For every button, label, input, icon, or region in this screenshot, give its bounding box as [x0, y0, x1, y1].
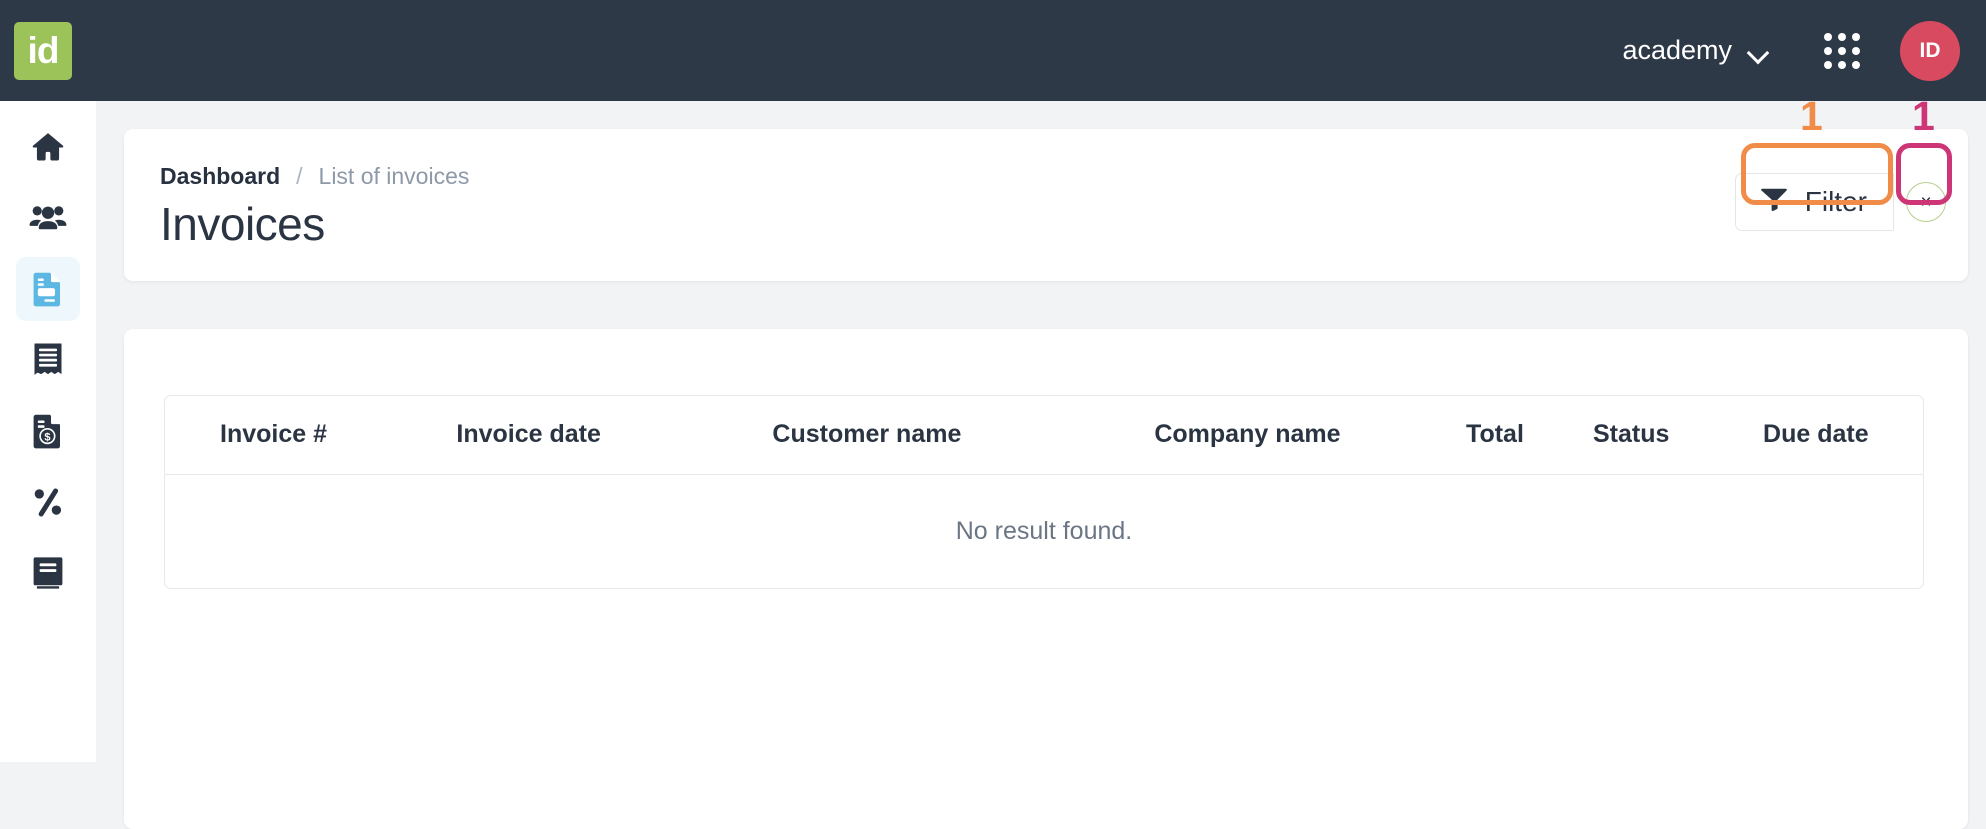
invoices-table: Invoice # Invoice date Customer name Com… [165, 396, 1923, 588]
invoice-document-icon [30, 271, 66, 307]
bill-dollar-icon: $ [30, 413, 66, 449]
table-empty-row: No result found. [165, 474, 1923, 588]
close-x-icon: × [1920, 193, 1931, 212]
sidebar-item-invoices[interactable] [16, 257, 80, 321]
breadcrumb-separator: / [296, 163, 302, 190]
apps-dot [1824, 61, 1832, 69]
filter-button[interactable]: Filter [1735, 173, 1894, 231]
clear-filter-button[interactable]: × [1906, 182, 1946, 222]
table-body: No result found. [165, 474, 1923, 588]
funnel-icon [1760, 186, 1788, 218]
apps-dot [1838, 33, 1846, 41]
home-icon [29, 128, 67, 166]
table-header: Invoice # Invoice date Customer name Com… [165, 396, 1923, 474]
sidebar-item-taxes[interactable] [16, 470, 80, 534]
apps-dot [1838, 47, 1846, 55]
sidebar-item-home[interactable] [16, 115, 80, 179]
avatar[interactable]: ID [1900, 21, 1960, 81]
apps-dot [1852, 47, 1860, 55]
filter-button-label: Filter [1805, 186, 1867, 218]
grid-apps-icon[interactable] [1824, 33, 1860, 69]
empty-state-message: No result found. [165, 474, 1923, 588]
book-icon [30, 555, 66, 591]
column-header-total[interactable]: Total [1436, 396, 1553, 474]
percent-icon [30, 484, 66, 520]
sidebar-item-receipts[interactable] [16, 328, 80, 392]
table-header-row: Invoice # Invoice date Customer name Com… [165, 396, 1923, 474]
sidebar-item-customers[interactable] [16, 186, 80, 250]
organization-switcher[interactable]: academy [1622, 35, 1769, 66]
column-header-customer-name[interactable]: Customer name [675, 396, 1058, 474]
topbar-right-cluster: academy ID [1622, 21, 1986, 81]
receipt-icon [30, 342, 66, 378]
invoices-table-card: Invoice # Invoice date Customer name Com… [124, 329, 1968, 829]
users-icon [28, 198, 68, 238]
apps-dot [1852, 33, 1860, 41]
sidebar-navigation: $ [0, 101, 96, 762]
apps-dot [1838, 61, 1846, 69]
column-header-company-name[interactable]: Company name [1059, 396, 1437, 474]
breadcrumb: Dashboard / List of invoices [160, 163, 469, 190]
column-header-status[interactable]: Status [1554, 396, 1709, 474]
top-navigation-bar: id academy ID [0, 0, 1986, 101]
page-content: Dashboard / List of invoices Invoices Fi… [96, 101, 1986, 762]
svg-text:$: $ [44, 432, 51, 444]
column-header-invoice-date[interactable]: Invoice date [382, 396, 675, 474]
sidebar-item-ledger[interactable] [16, 541, 80, 605]
breadcrumb-list-of-invoices[interactable]: List of invoices [319, 163, 470, 190]
column-header-invoice-number[interactable]: Invoice # [165, 396, 382, 474]
page-header-card: Dashboard / List of invoices Invoices Fi… [124, 129, 1968, 281]
column-header-due-date[interactable]: Due date [1709, 396, 1923, 474]
page-title: Invoices [160, 197, 325, 251]
breadcrumb-dashboard[interactable]: Dashboard [160, 163, 280, 190]
apps-dot [1852, 61, 1860, 69]
apps-dot [1824, 47, 1832, 55]
invoices-table-container: Invoice # Invoice date Customer name Com… [164, 395, 1924, 589]
apps-dot [1824, 33, 1832, 41]
organization-name: academy [1622, 35, 1732, 66]
chevron-down-icon [1749, 45, 1769, 56]
app-logo[interactable]: id [14, 22, 72, 80]
header-actions: Filter × [1735, 173, 1946, 231]
sidebar-item-bills[interactable]: $ [16, 399, 80, 463]
